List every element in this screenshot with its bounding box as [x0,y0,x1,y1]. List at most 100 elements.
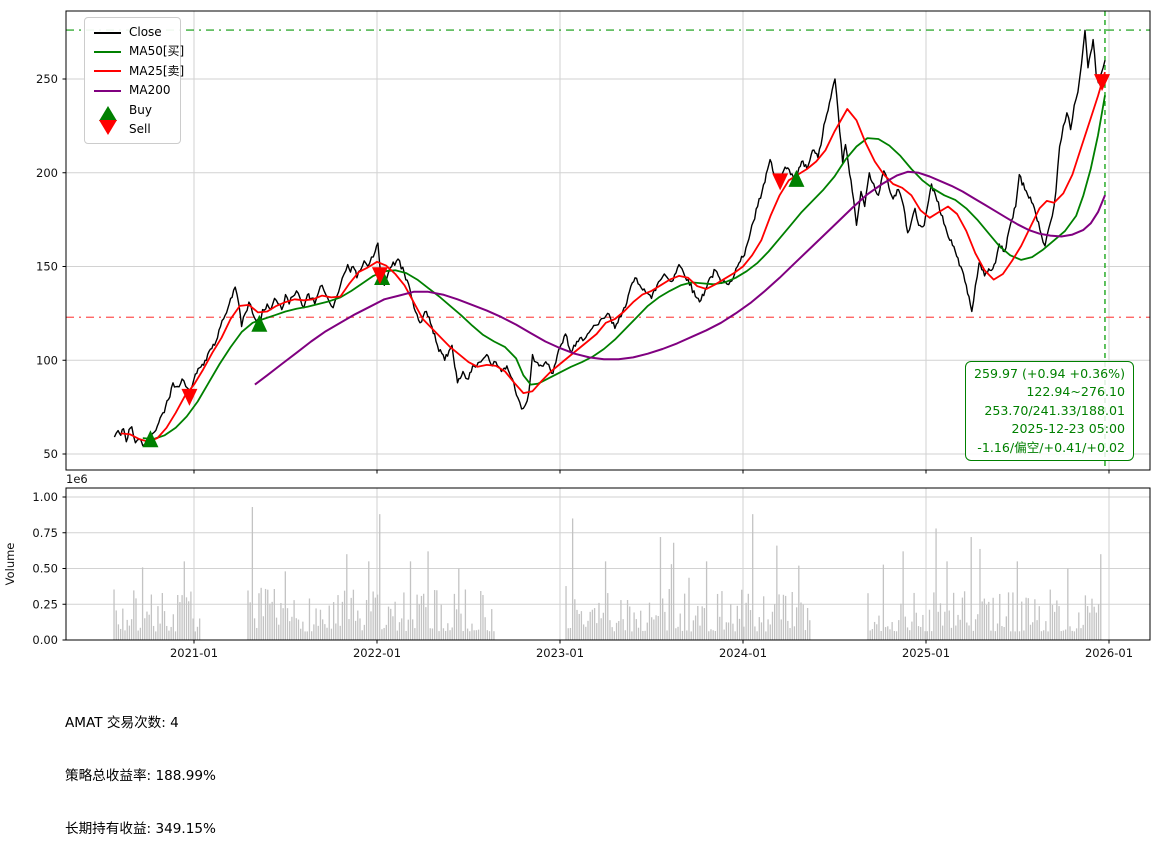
volume-bar [466,628,469,640]
volume-bar [1001,626,1003,640]
volume-bar [644,630,646,640]
legend-item-sell: Sell [94,120,171,139]
volume-bar [611,627,613,640]
volume-bar [946,561,948,640]
close-line [113,29,1106,447]
volume-bar [482,595,484,640]
volume-bar [985,604,988,640]
volume-bar [128,625,131,640]
volume-bar [1010,631,1012,640]
volume-bar [974,619,977,640]
volume-bar [679,613,681,640]
volume-bar [580,611,583,640]
volume-bar [635,619,637,640]
volume-bar [981,601,983,640]
volume-bar [576,609,578,640]
volume-bar [1075,628,1078,640]
volume-bar [988,601,990,640]
volume-bar [765,631,767,640]
volume-bar [141,567,144,640]
volume-bar [284,571,286,640]
volume-bar [163,611,166,640]
volume-bar [721,591,723,640]
volume-bar [381,629,383,640]
volume-bar [1082,624,1084,640]
volume-bar [688,577,690,640]
volume-bar [343,590,346,640]
volume-bar [1073,631,1076,640]
volume-bar [569,627,572,640]
volume-bar [1029,624,1032,640]
volume-bar [286,608,289,640]
ma200-line-swatch [94,89,121,92]
volume-bar [341,601,344,640]
volume-bar [192,618,194,640]
volume-bar [339,625,341,640]
close-line-swatch [94,31,121,34]
chart-window: 50 100 150 200 250 0.00 0.25 0.50 0.75 1.00 2021-0… [0,0,1160,855]
legend-label: Buy [129,102,152,117]
volume-bar [633,612,635,640]
volume-bar [431,628,434,640]
volume-bar [486,630,488,640]
volume-bar [1018,631,1021,640]
volume-bar [895,631,898,640]
volume-bar [598,602,600,640]
volume-bar [942,625,944,640]
volume-bar [935,528,937,640]
volume-bar [758,617,760,640]
volume-bar [798,565,800,640]
volume-bar [183,561,185,640]
volume-bar [697,605,699,640]
volume-bar [806,607,809,640]
volume-bar [626,600,629,640]
volume-bar [412,619,414,640]
volume-bar [315,608,317,640]
volume-bar [1007,592,1010,640]
volume-bar [629,606,631,640]
volume-bar [571,518,574,640]
volume-bar [324,624,326,640]
volume-bars [113,507,1102,640]
price-tick-label: 150 [36,260,58,274]
volume-bar [1097,604,1100,640]
volume-bar [438,631,440,640]
volume-bar [447,623,449,640]
volume-bar [346,554,348,640]
volume-bar [319,609,322,640]
volume-bar [648,602,651,640]
volume-bar [464,589,467,640]
volume-bar [609,620,611,640]
legend-item-buy: Buy [94,101,171,121]
volume-bar [653,619,655,640]
volume-bar [596,623,598,640]
sell-marker [1094,74,1111,92]
volume-bar [363,624,366,640]
volume-bar [928,609,931,640]
volume-bar [952,592,955,640]
volume-bar [196,626,199,640]
volume-bar [251,507,254,640]
volume-bar [1058,606,1060,640]
volume-bar [637,627,640,640]
volume-bar [694,615,697,640]
volume-bar [966,622,968,640]
volume-bar [1054,611,1056,640]
volume-bar [1067,568,1069,640]
volume-bar [1040,631,1043,640]
volume-tick-label: 0.75 [32,526,58,540]
volume-bar [963,591,966,640]
volume-bar [681,630,684,640]
volume-bar [368,561,370,640]
volume-bar [295,618,297,640]
volume-bar [937,611,939,640]
volume-bar [760,622,763,640]
volume-bar [302,621,304,640]
volume-bar [372,591,374,640]
volume-bar [480,591,482,640]
volume-bar [931,631,933,640]
volume-bar [994,631,997,640]
volume-bar [716,593,719,640]
volume-bar [152,625,155,640]
volume-bar [992,597,994,640]
